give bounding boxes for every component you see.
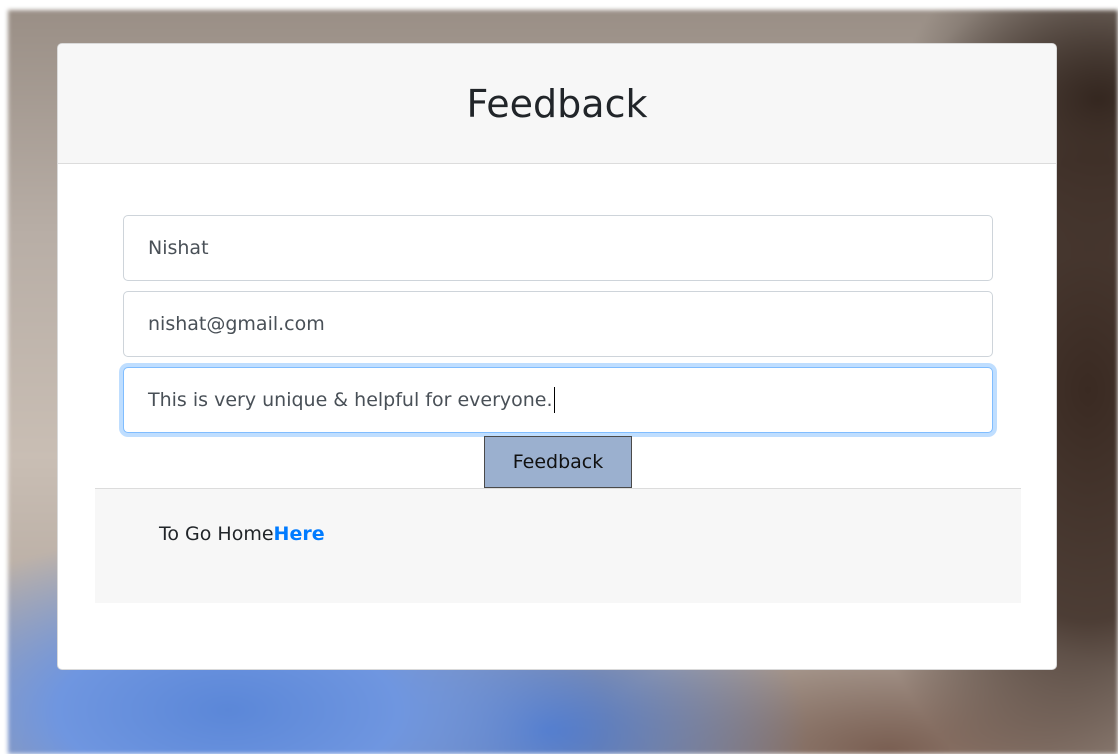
name-input[interactable]: Nishat [123, 215, 993, 281]
footer-label: To Go Home [159, 523, 274, 545]
feedback-card: Feedback Nishat nishat@gmail.com This is… [57, 43, 1057, 670]
home-link[interactable]: Here [274, 523, 325, 545]
message-input-value: This is very unique & helpful for everyo… [148, 389, 553, 411]
feedback-submit-button[interactable]: Feedback [484, 436, 632, 488]
feedback-form: Nishat nishat@gmail.com This is very uni… [123, 215, 993, 443]
page-title: Feedback [466, 81, 648, 126]
text-caret [553, 387, 555, 413]
name-input-value: Nishat [148, 237, 209, 259]
email-input-value: nishat@gmail.com [148, 313, 325, 335]
message-input[interactable]: This is very unique & helpful for everyo… [123, 367, 993, 433]
footer-text: To Go HomeHere [159, 523, 325, 545]
card-header: Feedback [58, 44, 1056, 164]
card-footer: To Go HomeHere [95, 488, 1021, 603]
email-input[interactable]: nishat@gmail.com [123, 291, 993, 357]
